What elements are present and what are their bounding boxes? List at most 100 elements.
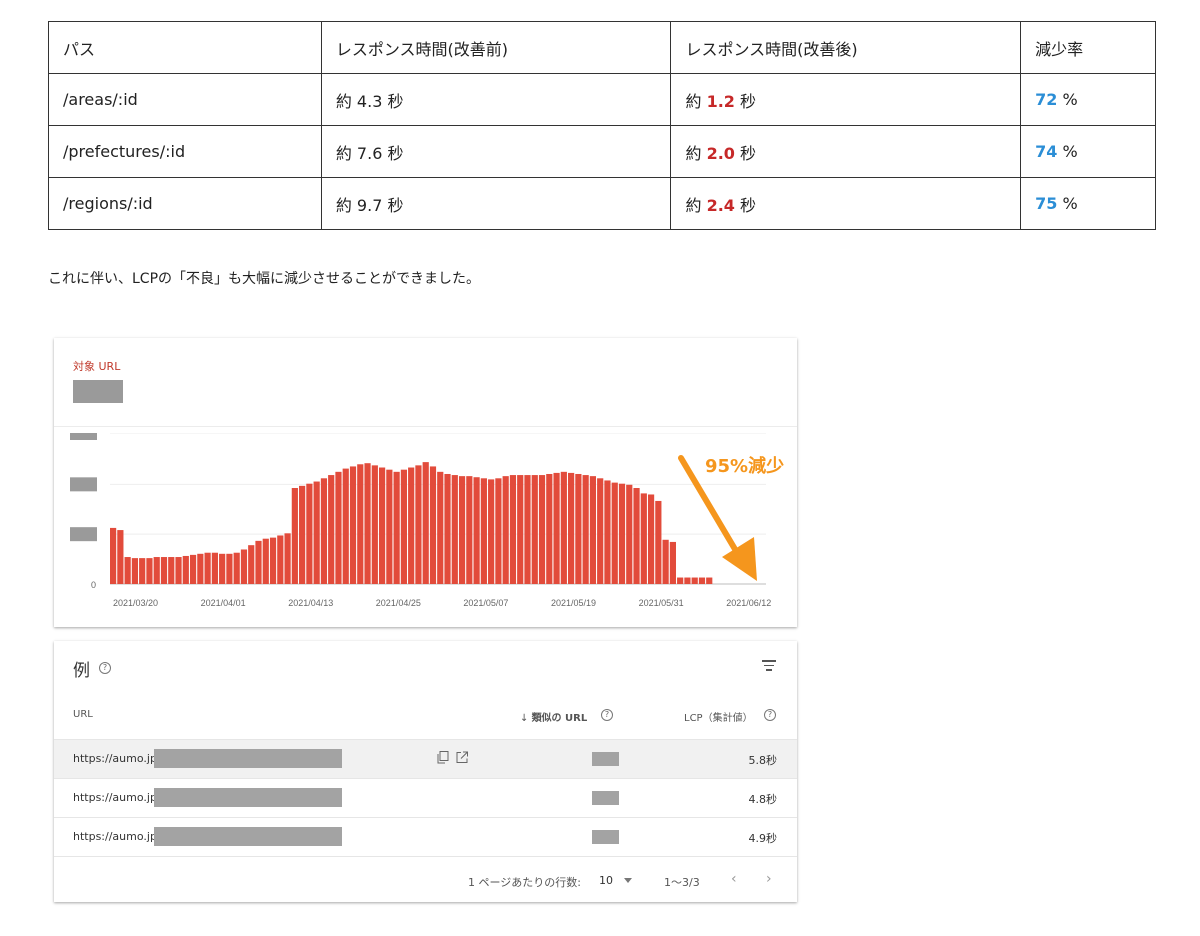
chart-bar — [131, 558, 139, 584]
path-cell: /regions/:id — [48, 177, 322, 230]
redacted-y-label — [70, 527, 97, 542]
chart-bar — [393, 471, 400, 584]
chart-bar — [647, 494, 655, 584]
dropdown-caret-icon[interactable] — [624, 878, 632, 883]
rate-cell: 72 % — [1020, 73, 1156, 126]
chart-bar — [342, 468, 349, 584]
chart-bar — [335, 471, 342, 584]
rows-per-page-label: 1 ページあたりの行数: — [468, 876, 581, 889]
page-range: 1〜3/3 — [664, 876, 700, 889]
column-header-lcp[interactable]: LCP（集計値） — [684, 709, 753, 724]
rate-suffix: % — [1057, 142, 1078, 161]
x-tick-label: 2021/05/07 — [463, 598, 508, 608]
x-axis-ticks: 2021/03/20 2021/04/01 2021/04/13 2021/04/25… — [113, 598, 771, 608]
chart-bar — [458, 476, 466, 584]
chart-bar — [219, 553, 226, 584]
path-cell: /prefectures/:id — [48, 125, 322, 178]
chart-bar — [618, 483, 626, 584]
header-before: レスポンス時間(改善前) — [320, 21, 672, 74]
chart-bar — [589, 476, 597, 584]
redacted-y-label — [70, 477, 97, 492]
divider — [54, 426, 797, 427]
chart-bar — [182, 555, 189, 584]
chart-bar — [262, 538, 269, 584]
chart-bar — [604, 480, 611, 584]
help-icon[interactable]: ? — [99, 662, 111, 674]
row-url[interactable]: https://aumo.jp/ — [73, 791, 161, 804]
rows-per-page-select[interactable]: 10 — [599, 874, 613, 887]
chart-bar — [451, 475, 458, 584]
help-icon[interactable]: ? — [601, 709, 613, 721]
chart-bars — [110, 462, 713, 584]
chart-bar — [480, 478, 487, 584]
open-in-new-icon[interactable] — [456, 751, 468, 764]
x-tick-label: 2021/06/12 — [726, 598, 771, 608]
column-header-similar[interactable]: ↓ 類似の URL — [520, 709, 587, 724]
chart-bar — [582, 475, 589, 584]
chart-bar — [255, 540, 262, 584]
body-paragraph: これに伴い、LCPの「不良」も大幅に減少させることができました。 — [48, 271, 481, 287]
rate-suffix: % — [1057, 90, 1078, 109]
table-row[interactable]: https://aumo.jp/ 4.9秒 — [54, 817, 797, 856]
examples-title: 例 — [73, 661, 90, 681]
after-prefix: 約 — [685, 91, 707, 111]
chart-bar — [611, 482, 618, 584]
rate-value: 74 — [1035, 142, 1058, 161]
row-lcp: 4.9秒 — [748, 832, 778, 845]
chart-bar — [517, 475, 524, 584]
chart-bar — [233, 552, 240, 584]
chart-bar — [560, 471, 567, 584]
chart-bar — [408, 467, 415, 584]
row-url[interactable]: https://aumo.jp/ — [73, 752, 161, 765]
after-cell: 約 1.2 秒 — [670, 73, 1022, 126]
chart-bar — [110, 527, 117, 584]
chart-bar — [378, 467, 386, 584]
before-cell: 約 4.3 秒 — [320, 73, 672, 126]
previous-page-icon[interactable]: ‹ — [731, 871, 737, 887]
header-path: パス — [48, 21, 322, 74]
chart-bar — [597, 478, 604, 584]
filter-icon[interactable] — [761, 660, 777, 674]
x-tick-label: 2021/05/19 — [551, 598, 596, 608]
column-header-url[interactable]: URL — [73, 709, 93, 720]
chart-bar — [371, 465, 378, 584]
chart-bar — [117, 530, 124, 584]
redacted-path — [154, 749, 342, 768]
help-icon[interactable]: ? — [764, 709, 776, 721]
chart-bar — [415, 465, 422, 584]
y-axis-labels — [70, 433, 97, 542]
lcp-bar-chart: 0 2021/03/20 2021/04/01 2021/04/13 2021/04/… — [70, 433, 771, 608]
copy-icon[interactable] — [437, 751, 449, 764]
chart-bar — [531, 475, 538, 584]
chart-bar — [437, 471, 444, 584]
chart-bar — [189, 554, 197, 584]
table-row[interactable]: https://aumo.jp/ 5.8秒 — [54, 739, 797, 778]
decrease-annotation: 95%減少 — [705, 456, 785, 477]
header-rate: 減少率 — [1020, 21, 1156, 74]
rate-value: 75 — [1035, 194, 1058, 213]
chart-bar — [211, 552, 218, 584]
chart-bar — [422, 462, 429, 584]
after-value: 1.2 — [706, 91, 735, 111]
rate-value: 72 — [1035, 90, 1058, 109]
row-url[interactable]: https://aumo.jp/ — [73, 830, 161, 843]
chart-bar — [386, 469, 393, 584]
after-suffix: 秒 — [734, 143, 756, 163]
rate-cell: 74 % — [1020, 125, 1156, 178]
before-cell: 約 9.7 秒 — [320, 177, 672, 230]
redacted-count — [592, 752, 619, 766]
next-page-icon[interactable]: › — [766, 871, 772, 887]
chart-bar — [546, 473, 553, 584]
redacted-url — [73, 380, 123, 403]
chart-bar — [349, 466, 357, 584]
chart-bar — [669, 541, 676, 584]
chart-bar — [364, 463, 371, 584]
chart-bar — [400, 469, 407, 584]
chart-bar — [488, 479, 495, 584]
chart-bar — [538, 475, 546, 584]
arrow-head — [722, 537, 757, 581]
chart-bar — [633, 488, 640, 584]
chart-bar — [197, 553, 204, 584]
table-row[interactable]: https://aumo.jp/ 4.8秒 — [54, 778, 797, 817]
pagination-footer: 1 ページあたりの行数: 10 1〜3/3 ‹ › — [54, 856, 797, 902]
